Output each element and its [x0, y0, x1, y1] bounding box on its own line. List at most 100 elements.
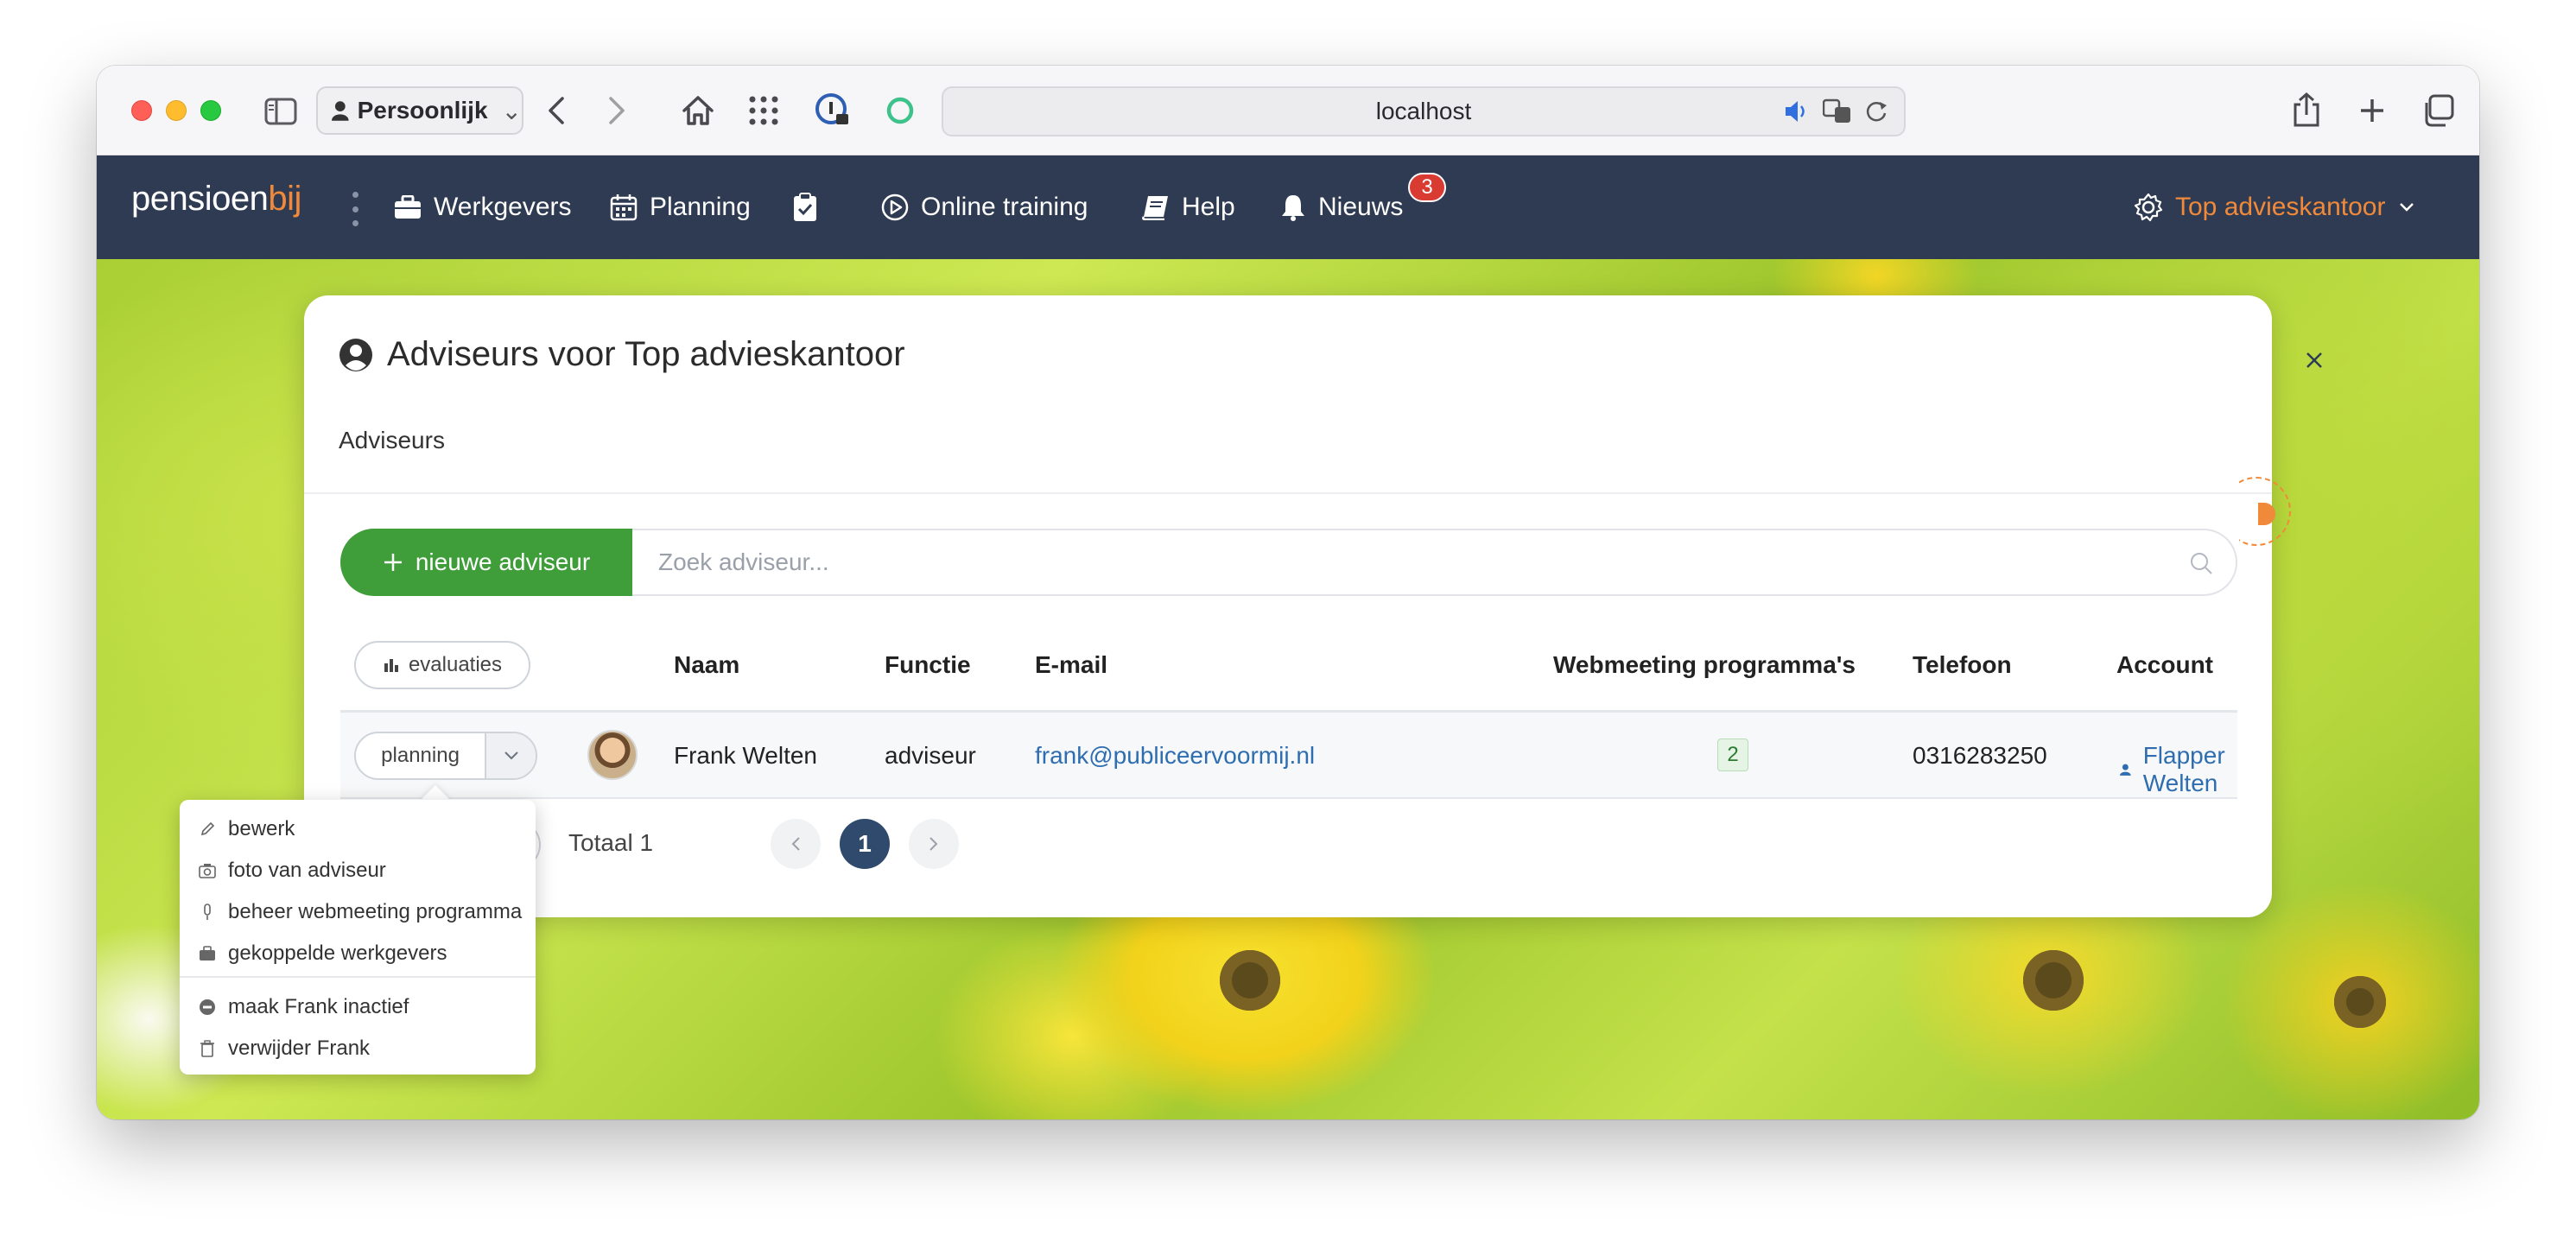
divider [304, 492, 2272, 494]
browser-window: Persoonlijk ⌄ localhost pensioenbij Werk… [97, 66, 2479, 1119]
sidebar-toggle-icon[interactable] [263, 94, 299, 129]
office-label: Top advieskantoor [2175, 193, 2386, 221]
camera-icon [199, 863, 216, 878]
email-link[interactable]: frank@publiceervoormij.nl [1035, 742, 1315, 770]
total-count: Totaal 1 [568, 829, 654, 856]
column-header-naam: Naam [674, 651, 740, 678]
home-icon[interactable] [677, 90, 719, 131]
advisor-actions-menu: bewerk foto van adviseur beheer webmeeti… [180, 800, 536, 1075]
decorative-arc [2239, 477, 2291, 546]
play-circle-icon [881, 193, 909, 221]
table-row: planning Frank Welten adviseur frank@pub… [340, 713, 2237, 799]
share-icon[interactable] [2286, 90, 2327, 131]
person-icon [332, 101, 349, 121]
advisors-modal: Adviseurs voor Top advieskantoor Adviseu… [304, 295, 2322, 917]
bell-icon [1282, 195, 1304, 221]
zoom-window-button[interactable] [200, 100, 221, 121]
menu-item-bewerk[interactable]: bewerk [199, 817, 295, 841]
trash-icon [199, 1040, 216, 1057]
planning-button-label[interactable]: planning [356, 744, 485, 768]
logo-accent-text: bij [268, 180, 301, 218]
microphone-icon [199, 903, 216, 921]
nav-werkgevers[interactable]: Werkgevers [394, 155, 572, 259]
avatar [587, 730, 638, 780]
chevron-down-icon [2399, 203, 2414, 212]
sunflower-center [1220, 950, 1280, 1011]
menu-divider [180, 976, 536, 978]
planning-dropdown-toggle[interactable] [485, 733, 536, 778]
plus-icon [384, 554, 402, 571]
close-icon [2306, 352, 2322, 368]
evaluations-button[interactable]: evaluaties [354, 641, 530, 689]
menu-item-foto[interactable]: foto van adviseur [199, 859, 386, 883]
new-advisor-button[interactable]: nieuwe adviseur [340, 529, 632, 596]
nav-help[interactable]: Help [1142, 155, 1235, 259]
back-button[interactable] [537, 92, 575, 130]
column-header-email: E-mail [1035, 651, 1108, 678]
user-circle-icon [339, 338, 372, 371]
password-manager-icon[interactable] [810, 88, 855, 133]
previous-page-button[interactable] [771, 819, 821, 869]
forward-button[interactable] [598, 92, 636, 130]
extension-ring-icon[interactable] [883, 93, 917, 128]
nav-nieuws[interactable]: Nieuws [1280, 155, 1403, 259]
chevron-down-icon [504, 751, 518, 760]
bar-chart-icon [384, 659, 398, 672]
speaker-icon[interactable] [1783, 98, 1811, 124]
pencil-icon [199, 821, 216, 837]
profile-label: Persoonlijk [357, 97, 488, 124]
column-header-webmeeting: Webmeeting programma's [1553, 651, 1856, 678]
browser-toolbar: Persoonlijk ⌄ localhost [97, 66, 2479, 155]
minus-circle-icon [199, 999, 216, 1016]
news-count-badge: 3 [1408, 173, 1446, 202]
menu-item-webmeeting[interactable]: beheer webmeeting programma [199, 900, 522, 924]
reload-icon[interactable] [1864, 98, 1888, 124]
profile-selector[interactable]: Persoonlijk ⌄ [316, 86, 523, 135]
calendar-icon [610, 194, 638, 221]
cell-functie: adviseur [885, 742, 976, 769]
chevron-down-icon: ⌄ [501, 97, 522, 124]
translate-icon[interactable] [1823, 98, 1852, 124]
tab-overview-icon[interactable] [2417, 90, 2459, 131]
new-tab-icon[interactable] [2351, 90, 2393, 131]
column-header-account: Account [2116, 651, 2213, 678]
briefcase-icon [395, 195, 421, 219]
webmeeting-count-badge[interactable]: 2 [1717, 739, 1748, 771]
menu-item-inactief[interactable]: maak Frank inactief [199, 995, 409, 1019]
apps-grid-icon[interactable] [743, 90, 784, 131]
cell-naam: Frank Welten [674, 742, 817, 769]
logo-main-text: pensioen [131, 180, 269, 218]
menu-item-verwijder[interactable]: verwijder Frank [199, 1037, 370, 1061]
pensioenbij-logo[interactable]: pensioenbij [131, 180, 301, 219]
more-menu-icon[interactable] [352, 192, 359, 226]
user-icon [2120, 764, 2131, 776]
chevron-right-icon [930, 837, 938, 851]
close-modal-button[interactable] [2301, 347, 2327, 373]
app-navbar: pensioenbij Werkgevers Planning Online t… [97, 155, 2479, 346]
search-input[interactable]: Zoek adviseur... [632, 529, 2237, 596]
minimize-window-button[interactable] [166, 100, 187, 121]
url-text: localhost [1375, 98, 1472, 124]
briefcase-icon [199, 946, 216, 961]
next-page-button[interactable] [909, 819, 959, 869]
search-icon [2191, 553, 2212, 574]
planning-split-button[interactable]: planning [354, 732, 537, 780]
menu-item-werkgevers[interactable]: gekoppelde werkgevers [199, 942, 447, 966]
sunflower-center [2023, 950, 2084, 1011]
nav-tasks[interactable] [793, 155, 817, 259]
clipboard-check-icon [794, 193, 816, 221]
column-header-telefoon: Telefoon [1913, 651, 2012, 678]
modal-title: Adviseurs voor Top advieskantoor [339, 335, 905, 374]
address-bar[interactable]: localhost [942, 86, 1906, 136]
office-menu[interactable]: Top advieskantoor [2134, 155, 2415, 259]
nav-planning[interactable]: Planning [610, 155, 751, 259]
account-link[interactable]: Flapper Welten [2120, 742, 2237, 797]
nav-online-training[interactable]: Online training [881, 155, 1088, 259]
close-window-button[interactable] [131, 100, 152, 121]
book-icon [1142, 196, 1168, 220]
column-header-functie: Functie [885, 651, 971, 678]
tab-adviseurs[interactable]: Adviseurs [339, 427, 445, 454]
search-placeholder: Zoek adviseur... [658, 548, 829, 575]
sunflower-center [2334, 976, 2386, 1028]
page-1-button[interactable]: 1 [840, 819, 890, 869]
